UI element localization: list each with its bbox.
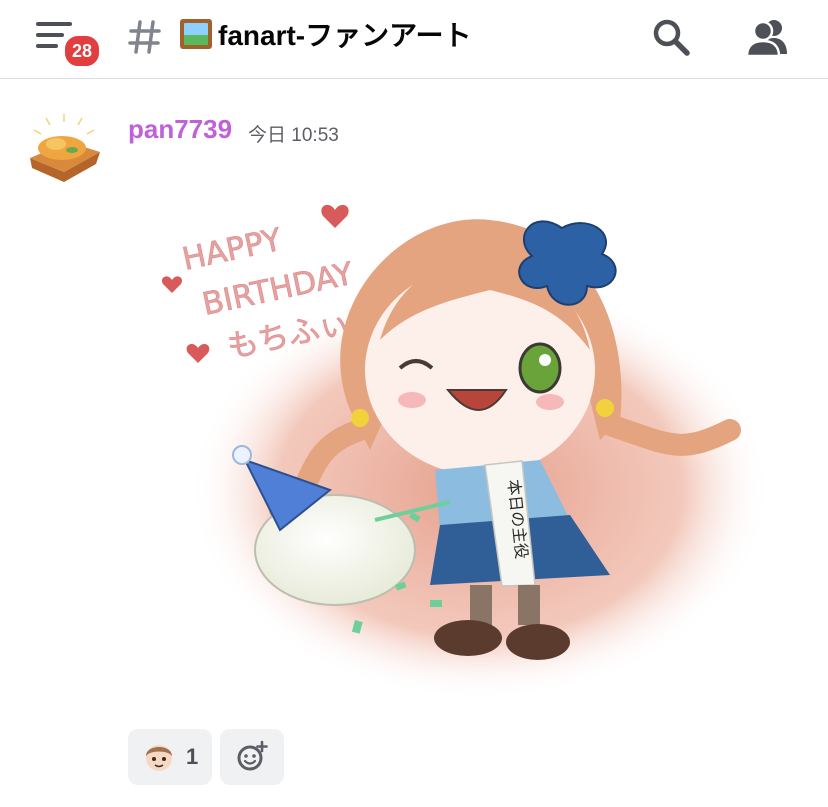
members-icon (745, 20, 787, 58)
art-text-happy: HAPPY (179, 222, 285, 278)
bread-avatar (30, 114, 100, 182)
message-timestamp: 今日 10:53 (248, 125, 339, 146)
message-username[interactable]: pan7739 (128, 114, 232, 145)
channel-header: 28 fanart-ファンアート (0, 0, 828, 79)
menu-button[interactable]: 28 (28, 12, 102, 68)
unread-badge: 28 (63, 34, 101, 68)
search-button[interactable] (650, 16, 694, 60)
custom-character-emoji (146, 745, 172, 771)
user-avatar[interactable] (24, 108, 104, 188)
fanart-image[interactable]: HAPPY BIRTHDAY もちふぃ 本日の主役 (150, 190, 790, 710)
add-reaction-icon (237, 740, 269, 771)
channel-name: fanart-ファンアート (218, 20, 472, 51)
add-reaction-button[interactable] (220, 729, 285, 785)
channel-title[interactable]: fanart-ファンアート (180, 14, 471, 54)
hash-icon (128, 20, 161, 54)
reaction-count: 1 (186, 744, 199, 769)
framed-picture-emoji (180, 19, 212, 49)
search-icon (653, 19, 690, 56)
members-button[interactable] (744, 16, 788, 60)
reactions-bar: 1 (128, 729, 285, 785)
reaction-pill[interactable]: 1 (128, 729, 213, 785)
